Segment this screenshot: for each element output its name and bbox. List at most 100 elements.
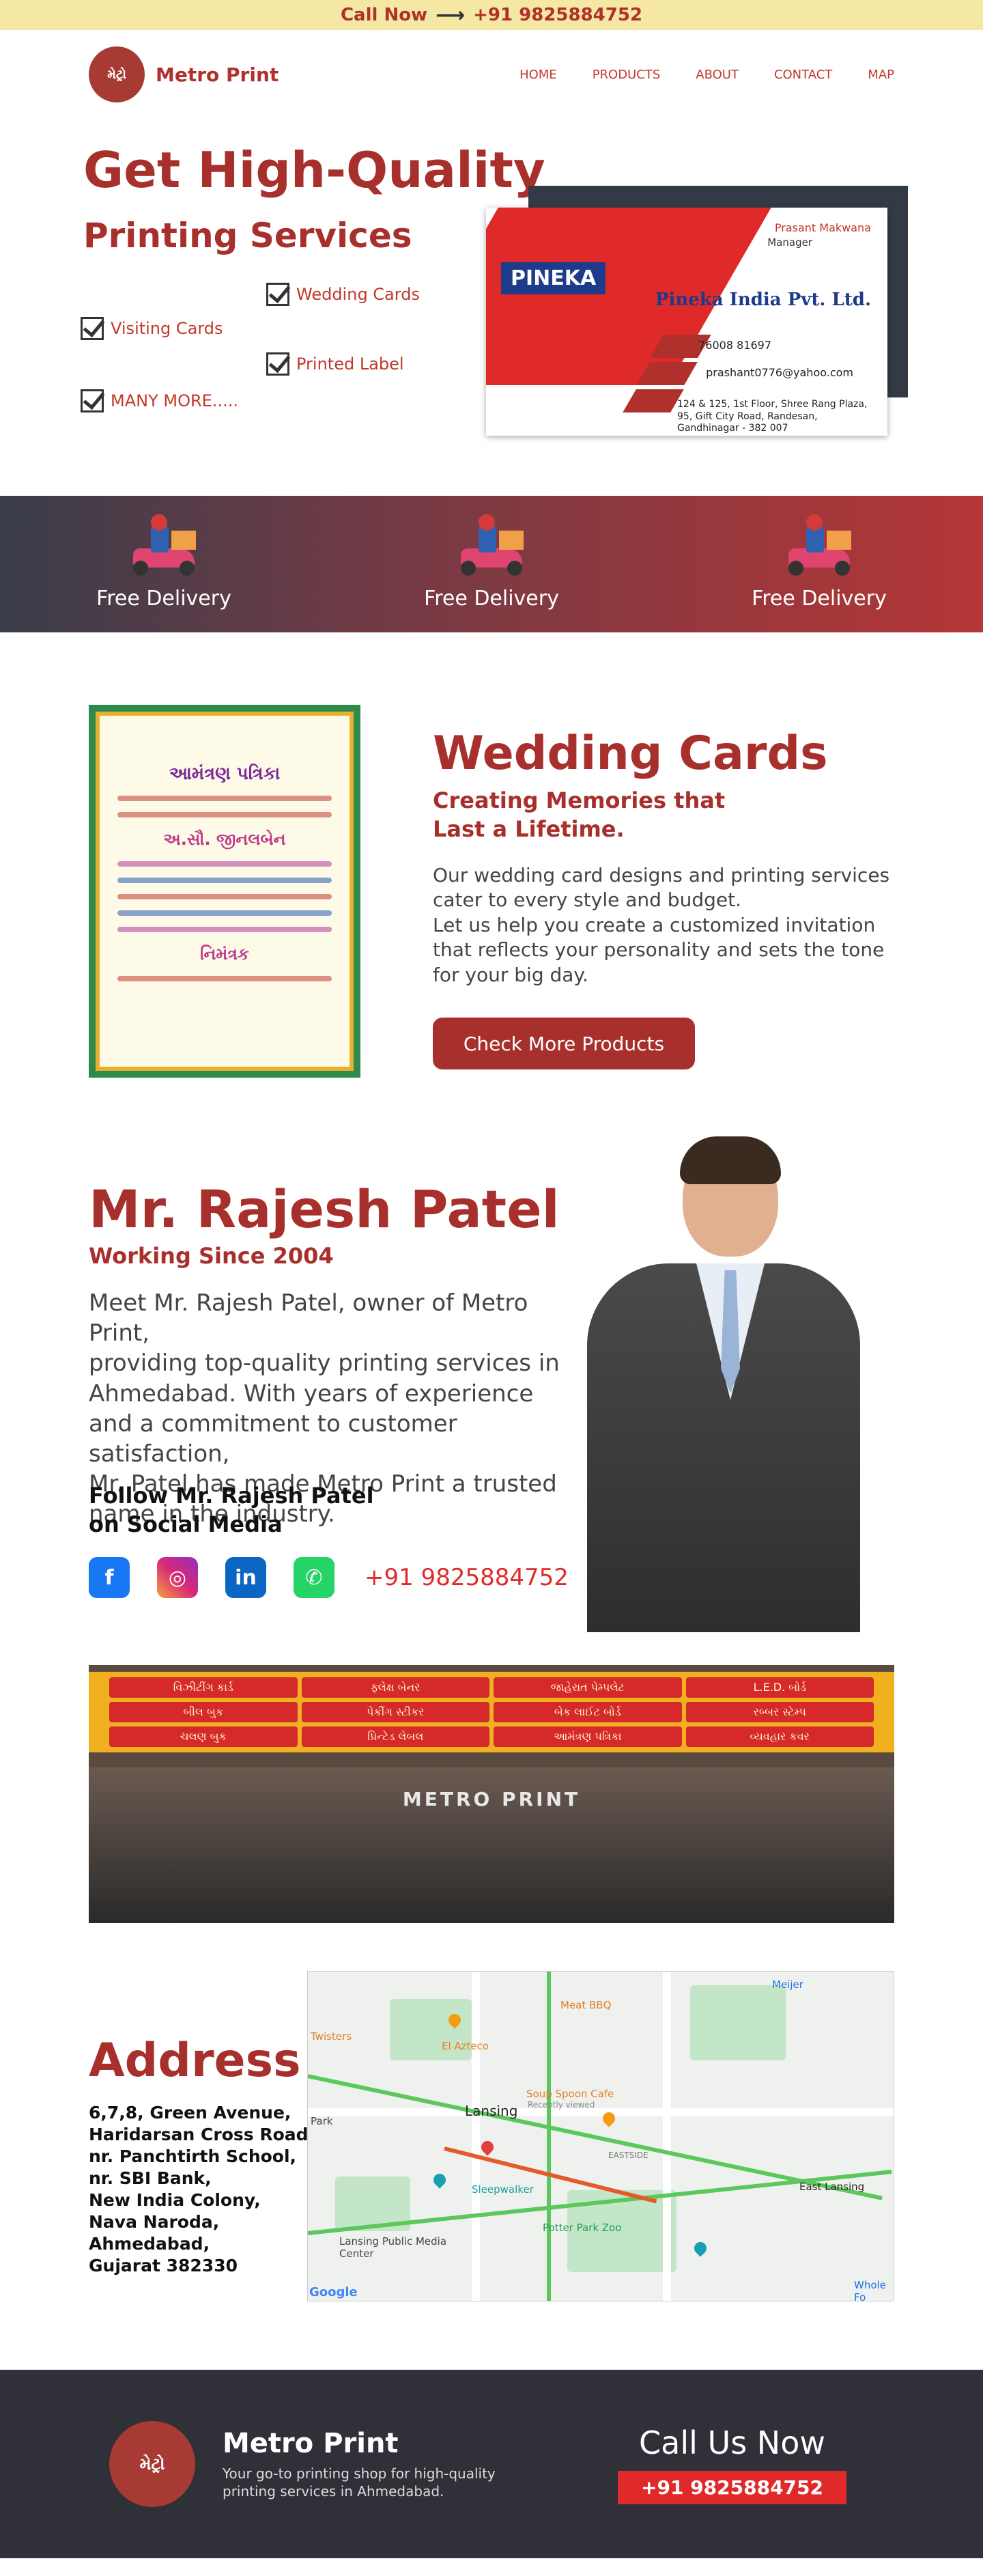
subtitle-line: Creating Memories that: [433, 787, 726, 813]
description-line: that reflects your personality and sets …: [433, 938, 885, 962]
arrow-right-icon: ⟶: [436, 3, 466, 27]
service-label: MANY MORE.....: [111, 391, 238, 410]
address-line: Ahmedabad,: [89, 2234, 210, 2254]
delivery-item: Free Delivery: [96, 514, 231, 611]
checkbox-icon: [81, 389, 104, 412]
call-now-label: Call Now: [340, 5, 428, 25]
footer-call: Call Us Now +91 9825884752: [618, 2424, 846, 2504]
sign-item: પ્રિન્ટેડ લેબલ: [301, 1726, 489, 1747]
service-visiting-cards: Visiting Cards: [81, 317, 223, 340]
business-card-front: PINEKA Prasant Makwana Manager Pineka In…: [486, 208, 887, 436]
footer-phone-button[interactable]: +91 9825884752: [618, 2470, 846, 2504]
instagram-icon[interactable]: ◎: [157, 1557, 198, 1598]
map-label: Park: [311, 2115, 333, 2127]
invitation-name: અ.સૌ. જીનલબેન: [163, 830, 286, 849]
shop-front-text: METRO PRINT: [402, 1788, 581, 1810]
delivery-scooter-icon: [126, 514, 201, 577]
description-line: cater to every style and budget.: [433, 888, 741, 912]
linkedin-icon[interactable]: in: [225, 1557, 266, 1598]
invitation-title: આમંત્રણ પત્રિકા: [169, 764, 281, 784]
wedding-title: Wedding Cards: [433, 727, 828, 781]
map-label: EASTSIDE: [608, 2151, 649, 2160]
wedding-subtitle: Creating Memories that Last a Lifetime.: [433, 787, 725, 843]
service-label: Printed Label: [296, 354, 404, 374]
card-phone: 76008 81697: [698, 339, 771, 352]
footer: મેટ્રો Metro Print Your go-to printing s…: [0, 2370, 983, 2558]
sign-item: વ્યવહાર કવર: [685, 1726, 874, 1747]
sign-item: L.E.D. બોર્ડ: [685, 1677, 874, 1698]
owner-name: Mr. Rajesh Patel: [89, 1179, 560, 1240]
footer-brand: મેટ્રો Metro Print Your go-to printing s…: [109, 2421, 523, 2507]
nav-home[interactable]: HOME: [519, 68, 557, 82]
address-line: nr. Panchtirth School,: [89, 2146, 297, 2166]
owner-phone[interactable]: +91 9825884752: [365, 1564, 569, 1591]
delivery-item: Free Delivery: [424, 514, 559, 611]
pineka-logo: PINEKA: [501, 262, 606, 294]
nav-map[interactable]: MAP: [868, 68, 894, 82]
sign-item: વિઝીટીંગ કાર્ડ: [109, 1677, 298, 1698]
map-label: Whole Fo: [854, 2279, 886, 2301]
address-line: New India Colony,: [89, 2190, 261, 2210]
map-label: Lansing Public Media Center: [339, 2235, 447, 2260]
nav-about[interactable]: ABOUT: [696, 68, 739, 82]
map-label: East Lansing: [799, 2181, 865, 2193]
map-label: Twisters: [311, 2030, 352, 2043]
service-label: Wedding Cards: [296, 285, 420, 304]
sign-item: જાહેરાત પેમ્પલેટ: [494, 1677, 682, 1698]
map-pin-icon[interactable]: [479, 2138, 496, 2156]
facebook-icon[interactable]: f: [89, 1557, 130, 1598]
brand[interactable]: મેટ્રો Metro Print: [89, 46, 279, 102]
follow-line: on Social Media: [89, 1511, 283, 1537]
delivery-banner: Free Delivery Free Delivery Free Deliver…: [0, 496, 983, 632]
logo[interactable]: મેટ્રો: [89, 46, 145, 102]
delivery-label: Free Delivery: [752, 586, 887, 611]
map-pin-icon[interactable]: [692, 2239, 709, 2257]
sign-item: ફ્લેક્ષ બેનર: [301, 1677, 489, 1698]
shop-signboard: વિઝીટીંગ કાર્ડ ફ્લેક્ષ બેનર જાહેરાત પેમ્…: [89, 1672, 894, 1752]
whatsapp-icon[interactable]: ✆: [294, 1557, 334, 1598]
google-logo: Google: [309, 2285, 358, 2299]
address-line: nr. SBI Bank,: [89, 2168, 212, 2188]
delivery-scooter-icon: [454, 514, 529, 577]
map-pin-icon[interactable]: [431, 2171, 448, 2189]
service-many-more: MANY MORE.....: [81, 389, 238, 412]
footer-logo: મેટ્રો: [109, 2421, 195, 2507]
checkbox-icon: [81, 317, 104, 340]
owner-photo: [587, 1136, 860, 1632]
address-line: Haridarsan Cross Road,: [89, 2125, 315, 2144]
service-printed-label: Printed Label: [266, 352, 404, 376]
follow-line: Follow Mr. Rajesh Patel: [89, 1483, 374, 1509]
call-now-bar[interactable]: Call Now ⟶ +91 9825884752: [0, 0, 983, 30]
brand-name[interactable]: Metro Print: [156, 64, 279, 86]
check-more-products-button[interactable]: Check More Products: [433, 1018, 695, 1069]
map-label: Meijer: [772, 1978, 803, 1991]
address-title: Address: [89, 2034, 301, 2088]
nav-links: HOME PRODUCTS ABOUT CONTACT MAP: [519, 68, 894, 82]
hero-title: Get High-Quality: [83, 141, 545, 199]
footer-tagline: Your go-to printing shop for high-qualit…: [223, 2465, 496, 2500]
subtitle-line: Last a Lifetime.: [433, 815, 625, 842]
shop-front-photo: વિઝીટીંગ કાર્ડ ફ્લેક્ષ બેનર જાહેરાત પેમ્…: [89, 1665, 894, 1923]
delivery-scooter-icon: [782, 514, 857, 577]
nav-contact[interactable]: CONTACT: [774, 68, 832, 82]
delivery-label: Free Delivery: [96, 586, 231, 611]
invitation-footer: નિમંત્રક: [200, 944, 249, 964]
location-map[interactable]: Meat BBQ Meijer Twisters El Azteco Lansi…: [307, 1971, 894, 2301]
wedding-description: Our wedding card designs and printing se…: [433, 863, 897, 988]
navbar: મેટ્રો Metro Print HOME PRODUCTS ABOUT C…: [0, 30, 983, 119]
description-line: providing top-quality printing services …: [89, 1349, 560, 1377]
address-lines: 6,7,8, Green Avenue, Haridarsan Cross Ro…: [89, 2102, 315, 2277]
call-now-phone[interactable]: +91 9825884752: [473, 5, 642, 25]
sign-item: ચલણ બુક: [109, 1726, 298, 1747]
checkbox-icon: [266, 352, 289, 376]
map-label: Lansing: [465, 2103, 518, 2119]
follow-heading: Follow Mr. Rajesh Patel on Social Media: [89, 1482, 374, 1539]
card-company: Pineka India Pvt. Ltd.: [655, 290, 871, 310]
map-label: Potter Park Zoo: [543, 2222, 622, 2234]
hero-section: Get High-Quality Printing Services Weddi…: [0, 119, 983, 496]
service-wedding-cards: Wedding Cards: [266, 283, 420, 306]
sign-item: બીલ બુક: [109, 1702, 298, 1722]
sign-item: પેકીંગ સ્ટીકર: [301, 1702, 489, 1722]
nav-products[interactable]: PRODUCTS: [593, 68, 661, 82]
map-label: Soup Spoon Cafe: [526, 2088, 614, 2100]
